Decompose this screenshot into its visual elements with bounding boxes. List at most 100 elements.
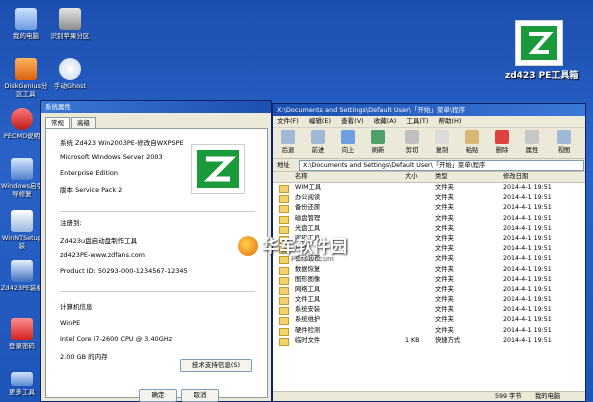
copy-button[interactable]: 复制: [429, 130, 455, 154]
cell-name: 系统维护: [295, 316, 321, 324]
desktop-icon-boot-repair[interactable]: Windows启引导修复: [0, 158, 44, 198]
diskgenius-icon: [15, 58, 37, 80]
dialog-titlebar[interactable]: 系统属性: [41, 101, 271, 113]
disk-icon: [59, 8, 81, 30]
properties-button[interactable]: 属性: [519, 130, 545, 154]
toolbar-label: 删除: [495, 147, 509, 154]
table-row[interactable]: 系统维护 文件夹 2014-4-1 19:51: [273, 315, 585, 326]
column-type[interactable]: 类型: [435, 172, 448, 182]
registered-label: 注册到:: [60, 219, 82, 227]
desktop-icon-zd423-install[interactable]: Zd423PE装机: [0, 260, 44, 292]
folder-icon: [279, 185, 289, 193]
table-row[interactable]: 图形图像 文件夹 2014-4-1 19:51: [273, 275, 585, 285]
menu-view[interactable]: 查看(V): [341, 117, 364, 125]
clipboard-icon: [465, 130, 479, 144]
cell-type: 文件夹: [435, 326, 454, 334]
table-row[interactable]: 备份还原 文件夹 2014-4-1 19:51: [273, 203, 585, 214]
table-row[interactable]: 数据恢复 文件夹 2014-4-1 19:51: [273, 265, 585, 275]
view-button[interactable]: 视图: [551, 130, 577, 154]
computer-name: WinPE: [60, 319, 81, 327]
menu-help[interactable]: 帮助(H): [439, 117, 462, 125]
desktop-icon-diskgenius[interactable]: DiskGenius分区工具: [4, 58, 48, 98]
copy-icon: [435, 130, 449, 144]
zd423-icon: [11, 260, 33, 282]
ok-button[interactable]: 确定: [139, 389, 177, 402]
menu-tools[interactable]: 工具(T): [406, 117, 428, 125]
cell-type: 文件夹: [435, 184, 454, 191]
tab-advanced[interactable]: 高级: [71, 117, 96, 128]
toolbar-label: 前进: [311, 147, 325, 154]
cancel-button[interactable]: 取消: [181, 389, 219, 402]
menu-file[interactable]: 文件(F): [277, 117, 299, 125]
refresh-button[interactable]: 刷新: [365, 130, 391, 154]
cell-date: 2014-4-1 19:51: [503, 306, 552, 314]
cell-type: 文件夹: [435, 316, 454, 324]
tools-icon: [11, 372, 33, 386]
table-row[interactable]: 磁盘管理 文件夹 2014-4-1 19:51: [273, 214, 585, 224]
delete-button[interactable]: 删除: [489, 130, 515, 154]
table-row[interactable]: WIM工具 文件夹 2014-4-1 19:51: [273, 183, 585, 193]
desktop-icon-label: 我的电脑: [13, 32, 39, 40]
cell-type: 文件夹: [435, 296, 454, 304]
explorer-titlebar[interactable]: X:\Documents and Settings\Default User\「…: [273, 104, 585, 116]
desktop-icon-pecmd[interactable]: PECMD说明: [0, 108, 44, 140]
back-button[interactable]: 后退: [275, 130, 301, 154]
table-row[interactable]: 硬件检测 文件夹 2014-4-1 19:51: [273, 326, 585, 336]
properties-icon: [525, 130, 539, 144]
cell-date: 2014-4-1 19:51: [503, 285, 552, 293]
cell-type: 快捷方式: [435, 336, 461, 344]
menu-favorites[interactable]: 收藏(A): [374, 117, 397, 125]
cell-type: 文件夹: [435, 234, 454, 242]
table-row[interactable]: 临时文件 1 KB 快捷方式 2014-4-1 19:51: [273, 336, 585, 346]
menu-edit[interactable]: 编辑(E): [309, 117, 331, 125]
folder-icon: [279, 205, 289, 214]
cell-date: 2014-4-1 19:51: [503, 224, 552, 232]
toolbar-label: 视图: [557, 147, 571, 154]
column-header: 名称 大小 类型 修改日期: [273, 172, 585, 183]
column-size[interactable]: 大小: [405, 172, 418, 182]
paste-button[interactable]: 粘贴: [459, 130, 485, 154]
folder-icon: [279, 276, 289, 285]
desktop-icon-label: 手动Ghost: [53, 82, 87, 90]
table-row[interactable]: 系统安装 文件夹 2014-4-1 19:51: [273, 305, 585, 316]
cell-date: 2014-4-1 19:51: [503, 214, 552, 222]
table-row[interactable]: 办公阅读 文件夹 2014-4-1 19:51: [273, 193, 585, 204]
address-input[interactable]: X:\Documents and Settings\Default User\「…: [299, 160, 584, 171]
desktop-icon-ghost[interactable]: 手动Ghost: [48, 58, 92, 90]
desktop-icon-winntsetup[interactable]: WinNTSetup装: [0, 210, 44, 250]
cell-date: 2014-4-1 19:51: [503, 296, 552, 304]
column-name[interactable]: 名称: [295, 172, 308, 182]
scissors-icon: [405, 130, 419, 144]
folder-icon: [279, 337, 289, 346]
folder-icon: [279, 317, 289, 326]
folder-icon: [279, 307, 289, 316]
cell-date: 2014-4-1 19:51: [503, 316, 552, 324]
desktop-icon-my-computer[interactable]: 我的电脑: [4, 8, 48, 40]
brand-logo[interactable]: [515, 20, 563, 66]
support-info-button[interactable]: 技术支持信息(S): [180, 359, 252, 372]
column-date[interactable]: 修改日期: [503, 172, 528, 182]
cut-button[interactable]: 剪切: [399, 130, 425, 154]
cell-name: 磁盘管理: [295, 214, 321, 222]
up-arrow-icon: [341, 130, 355, 144]
cell-name: 图形图像: [295, 275, 321, 283]
desktop: 我的电脑 识别苹果分区 DiskGenius分区工具 手动Ghost PECMD…: [0, 0, 593, 402]
folder-icon: [279, 327, 289, 336]
up-button[interactable]: 向上: [335, 130, 361, 154]
desktop-icon-label: Zd423PE装机: [0, 284, 43, 292]
system-label: 系统 Zd423 Win2003PE-修改自WXPSPE: [60, 139, 184, 147]
cell-date: 2014-4-1 19:51: [503, 326, 552, 334]
cell-type: 文件夹: [435, 265, 454, 273]
desktop-icon-more-tools[interactable]: 更多工具: [0, 372, 44, 396]
cell-name: 网络工具: [295, 285, 321, 293]
general-panel: 系统 Zd423 Win2003PE-修改自WXPSPE Microsoft W…: [45, 128, 268, 398]
desktop-icon-label: WinNTSetup装: [2, 234, 42, 250]
desktop-icon-apple-partition[interactable]: 识别苹果分区: [48, 8, 92, 40]
table-row[interactable]: 网络工具 文件夹 2014-4-1 19:51: [273, 285, 585, 295]
forward-button[interactable]: 前进: [305, 130, 331, 154]
cell-date: 2014-4-1 19:51: [503, 275, 552, 283]
table-row[interactable]: 文件工具 文件夹 2014-4-1 19:51: [273, 295, 585, 306]
desktop-icon-password[interactable]: 登录密码: [0, 318, 44, 350]
cell-name: 临时文件: [295, 336, 321, 344]
folder-icon: [279, 256, 289, 265]
